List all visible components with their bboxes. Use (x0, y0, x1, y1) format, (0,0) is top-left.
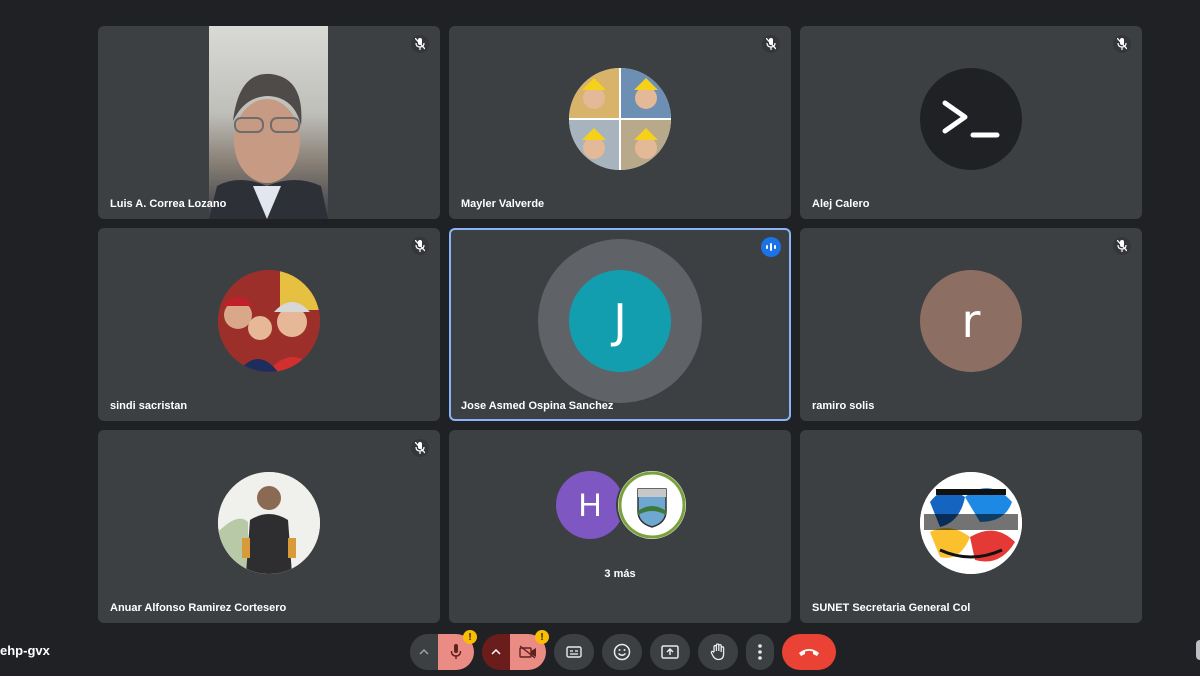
present-screen-button[interactable] (650, 634, 690, 670)
camera-warning-icon: ! (535, 630, 549, 644)
mic-off-icon (411, 439, 429, 457)
mic-warning-icon: ! (463, 630, 477, 644)
more-options-button[interactable] (746, 634, 774, 670)
participant-name: Mayler Valverde (461, 198, 545, 210)
call-controls: ! ! (410, 630, 844, 671)
side-panel-handle[interactable] (1196, 640, 1200, 660)
participant-tile-active[interactable]: J Jose Asmed Ospina Sanchez (449, 228, 791, 421)
person-video-frame (209, 73, 328, 219)
mic-toggle-button[interactable]: ! (438, 630, 477, 670)
participant-grid: Luis A. Correa Lozano Mayler Valverde Al… (98, 26, 1143, 623)
reactions-button[interactable] (602, 634, 642, 670)
speaking-indicator-icon (761, 237, 781, 257)
hang-up-button[interactable] (782, 634, 836, 670)
more-participants-tile[interactable]: H 3 más (449, 430, 791, 623)
participant-tile[interactable]: r ramiro solis (800, 228, 1142, 421)
participant-name: Alej Calero (812, 198, 870, 210)
present-screen-icon (661, 645, 679, 659)
overflow-avatar-logo (618, 471, 686, 539)
video-options-button[interactable] (482, 634, 510, 670)
mic-off-icon (1113, 237, 1131, 255)
avatar-letter: J (613, 293, 627, 348)
participant-name: SUNET Secretaria General Col (812, 602, 971, 614)
avatar-letter: r (961, 293, 981, 348)
raise-hand-icon (710, 643, 725, 661)
mic-off-icon (411, 237, 429, 255)
captions-button[interactable] (554, 634, 594, 670)
participant-avatar (569, 67, 671, 170)
participant-avatar (920, 471, 1022, 574)
camera-toggle-button[interactable]: ! (510, 630, 549, 670)
meeting-code: ehp-gvx (0, 643, 50, 658)
mic-off-icon (411, 35, 429, 53)
more-participants-label: 3 más (604, 568, 636, 580)
participant-tile[interactable]: Alej Calero (800, 26, 1142, 219)
participant-avatar: J (569, 269, 671, 372)
chevron-up-icon (491, 649, 501, 655)
overflow-avatars: H (556, 471, 686, 541)
participant-avatar (218, 269, 320, 372)
mic-icon (450, 644, 462, 659)
mic-off-icon (1113, 35, 1131, 53)
participant-tile[interactable]: SUNET Secretaria General Col (800, 430, 1142, 623)
hang-up-icon (799, 649, 819, 656)
audio-options-button[interactable] (410, 634, 438, 670)
emoji-icon (613, 643, 631, 661)
raise-hand-button[interactable] (698, 634, 738, 670)
captions-icon (566, 646, 582, 658)
participant-name: sindi sacristan (110, 400, 188, 412)
participant-avatar: r (920, 269, 1022, 372)
participant-tile[interactable]: Luis A. Correa Lozano (98, 26, 440, 219)
participant-name: ramiro solis (812, 400, 875, 412)
participant-name: Anuar Alfonso Ramirez Cortesero (110, 602, 287, 614)
participant-tile[interactable]: Mayler Valverde (449, 26, 791, 219)
mic-off-icon (762, 35, 780, 53)
participant-name: Luis A. Correa Lozano (110, 198, 227, 210)
participant-name: Jose Asmed Ospina Sanchez (461, 400, 614, 412)
participant-tile[interactable]: sindi sacristan (98, 228, 440, 421)
participant-avatar (218, 471, 320, 574)
camera-off-icon (519, 645, 536, 659)
chevron-up-icon (419, 649, 429, 655)
terminal-avatar-icon (920, 67, 1022, 170)
more-options-icon (758, 644, 762, 660)
participant-tile[interactable]: Anuar Alfonso Ramirez Cortesero (98, 430, 440, 623)
overflow-avatar-letter: H (556, 471, 624, 539)
participant-video (209, 26, 328, 219)
